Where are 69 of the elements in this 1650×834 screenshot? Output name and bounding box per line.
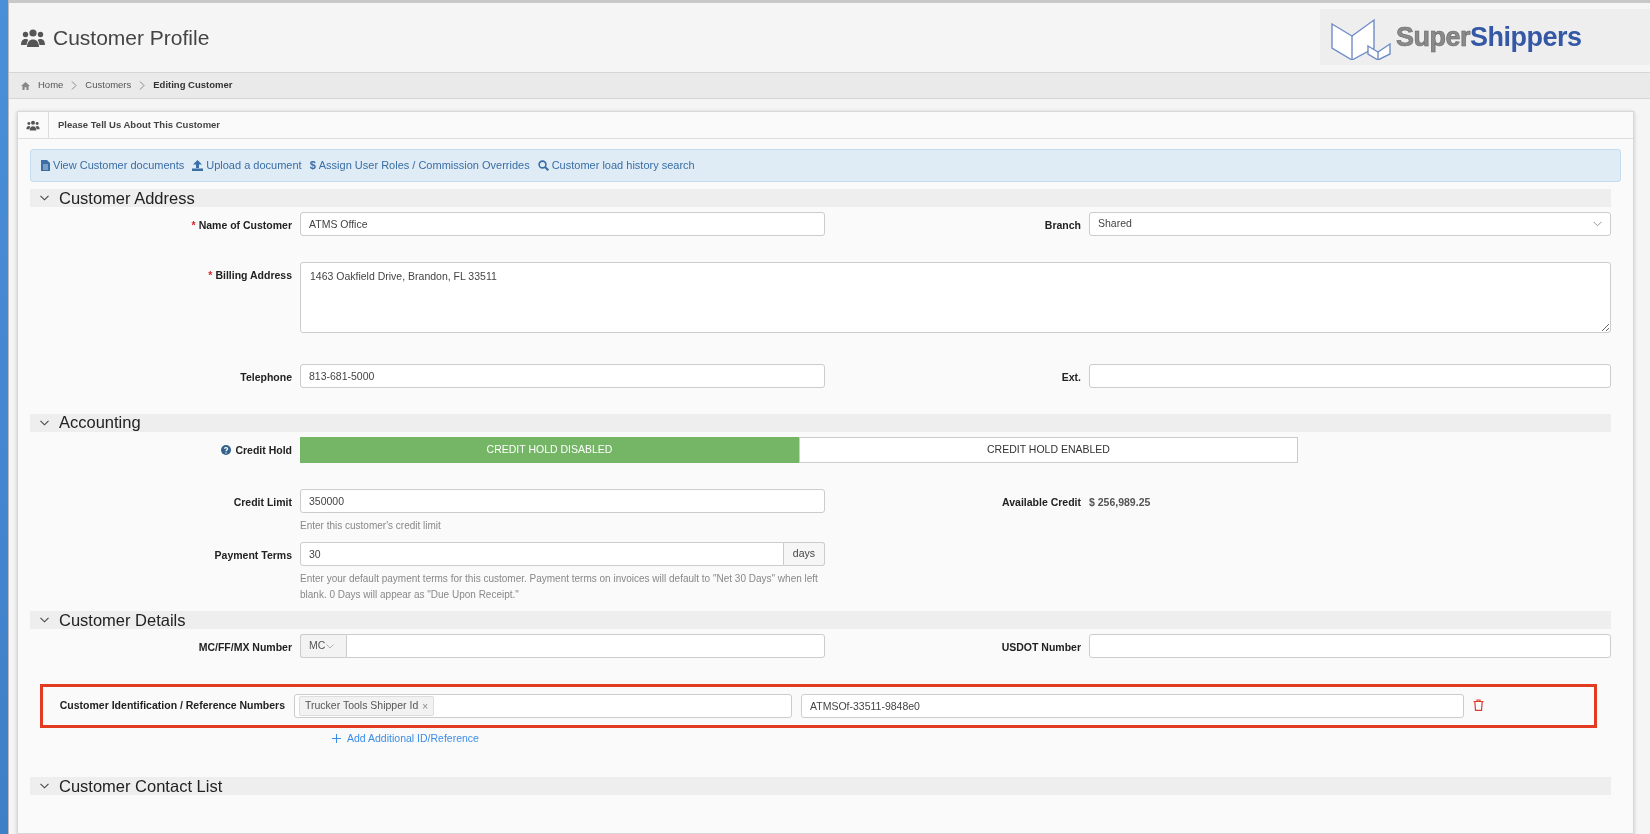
home-icon (21, 81, 30, 90)
tag-field[interactable]: Trucker Tools Shipper Id × (294, 694, 792, 718)
tag-chip: Trucker Tools Shipper Id × (299, 696, 435, 716)
breadcrumb-link[interactable]: Customers (85, 78, 132, 93)
section-title: Customer Address (59, 189, 195, 207)
select-field[interactable]: Shared (1089, 212, 1611, 236)
help-icon[interactable] (221, 444, 232, 455)
delete-button[interactable] (1473, 699, 1487, 713)
trash-icon (1473, 699, 1484, 711)
chevron-down-icon[interactable] (40, 195, 49, 201)
field-label: Ext. (1060, 369, 1081, 385)
toolbar-link[interactable]: Customer load history search (537, 157, 695, 174)
field-label: Credit Hold (30, 436, 292, 459)
section-header[interactable]: Customer Contact List (30, 776, 1611, 795)
address-field[interactable]: 1463 Oakfield Drive, Brandon, FL 33511 (300, 262, 1611, 333)
prefix-select[interactable]: MC (300, 634, 346, 658)
company-logo: SuperShippers (1320, 9, 1650, 65)
unit-addon: days (783, 542, 825, 566)
text-field[interactable]: 350000 (300, 488, 825, 513)
section-header[interactable]: Accounting (30, 413, 1611, 432)
toolbar-link[interactable]: Upload a document (192, 157, 302, 174)
chevron-down-icon[interactable] (40, 419, 49, 426)
breadcrumb-current: Editing Customer (153, 78, 233, 93)
field-label: Telephone (239, 369, 292, 385)
toolbar-link[interactable]: View Customer documents (41, 157, 185, 174)
document-icon (41, 160, 50, 171)
text-field[interactable]: 813-681-5000 (300, 363, 825, 388)
field-label: USDOT Number (1000, 640, 1081, 655)
chevron-right-icon (139, 81, 146, 90)
required-mark: * (191, 219, 196, 231)
breadcrumb-link[interactable]: Home (38, 78, 64, 93)
chevron-down-icon[interactable] (40, 782, 49, 789)
text-field[interactable] (1089, 363, 1611, 388)
text-field[interactable]: 30 (300, 542, 784, 566)
section-title: Customer Contact List (59, 777, 223, 794)
upload-icon (192, 160, 204, 171)
toolbar-link[interactable]: $ Assign User Roles / Commission Overrides (309, 157, 530, 174)
field-label: Credit Limit (232, 494, 292, 510)
section-title: Customer Details (59, 611, 186, 629)
toggle-option[interactable]: CREDIT HOLD ENABLED (799, 436, 1298, 463)
field-label: Customer Identification / Reference Numbers (58, 698, 285, 714)
plus-icon (332, 734, 341, 744)
dollar-icon: $ (309, 157, 316, 174)
panel-title: Please Tell Us About This Customer (58, 117, 221, 132)
chevron-down-icon (326, 643, 335, 649)
text-field[interactable]: ATMS Office (300, 212, 825, 236)
field-label: * Billing Address (207, 268, 292, 283)
field-label: Available Credit (1001, 494, 1081, 510)
chevron-down-icon[interactable] (40, 617, 49, 623)
page-title: Customer Profile (53, 24, 210, 51)
section-title: Accounting (59, 414, 141, 431)
chevron-down-icon (1593, 221, 1602, 227)
help-text: Enter your default payment terms for this customer. Payment terms on invoices will default to "Net 30 Days" when left blank. 0 Days will appear as "Due Upon Receipt." (300, 572, 819, 602)
field-label: Payment Terms (213, 548, 292, 563)
field-value: $ 256,989.25 (1089, 494, 1152, 510)
help-text: Enter this customer's credit limit (300, 518, 442, 533)
text-field[interactable]: ATMSOf-33511-9848e0 (801, 694, 1464, 718)
users-icon (21, 27, 45, 48)
search-icon (537, 160, 549, 171)
field-label: Branch (1043, 218, 1081, 233)
field-label: * Name of Customer (190, 218, 292, 233)
text-field[interactable] (346, 634, 825, 658)
chevron-right-icon (71, 81, 78, 90)
field-label: MC/FF/MX Number (197, 640, 292, 655)
users-icon (26, 119, 40, 131)
text-field[interactable] (1089, 634, 1611, 658)
required-mark: * (208, 269, 213, 281)
section-header[interactable]: Customer Address (30, 189, 1611, 207)
section-header[interactable]: Customer Details (30, 611, 1611, 629)
